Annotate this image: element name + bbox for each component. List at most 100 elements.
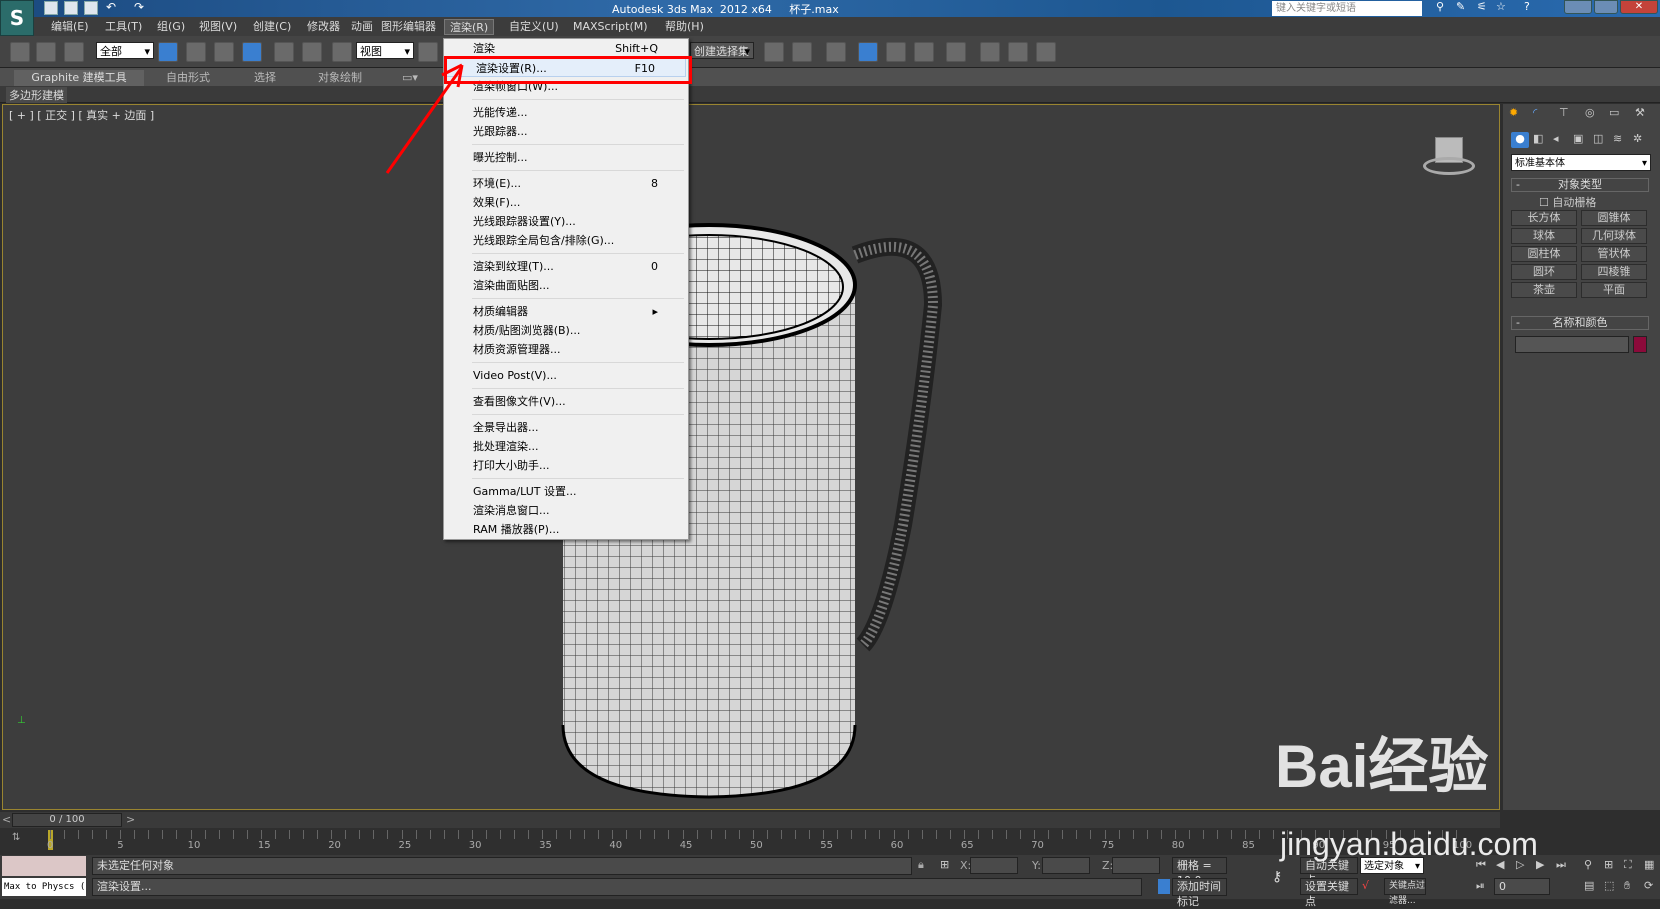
named-selection-dropdown[interactable]: 创建选择集 xyxy=(690,42,754,60)
save-file-icon[interactable] xyxy=(84,1,98,15)
add-time-tag[interactable]: 添加时间标记 xyxy=(1172,878,1227,908)
time-tag-icon[interactable] xyxy=(1158,879,1170,894)
time-slider-thumb[interactable]: 0 / 100 xyxy=(12,813,122,827)
zoom-icon[interactable]: ⚲ xyxy=(1584,858,1592,871)
redo-icon[interactable]: ↷ xyxy=(134,0,144,14)
render-production-icon[interactable] xyxy=(1036,42,1056,62)
zoom-region-icon[interactable]: ⬚ xyxy=(1604,879,1614,892)
modify-tab-icon[interactable]: ◜ xyxy=(1533,106,1537,119)
lights-icon[interactable]: ◂ xyxy=(1553,132,1559,145)
window-crossing-icon[interactable] xyxy=(242,42,262,62)
render-menu-item[interactable]: 渲染到纹理(T)... 0 xyxy=(444,257,688,276)
absolute-mode-icon[interactable]: ⊞ xyxy=(940,858,949,871)
menu-rendering[interactable]: 渲染(R) xyxy=(444,19,495,35)
satellite-icon[interactable]: ⚟ xyxy=(1477,0,1487,13)
render-menu-item[interactable]: 光能传递... xyxy=(444,103,688,122)
graphite-toggle-icon[interactable] xyxy=(858,42,878,62)
bind-space-warp-icon[interactable] xyxy=(64,42,84,62)
object-name-input[interactable] xyxy=(1515,336,1629,353)
z-coordinate-input[interactable] xyxy=(1112,857,1160,874)
render-menu-item[interactable]: 效果(F)... xyxy=(444,193,688,212)
pan-icon[interactable]: ✋︎ xyxy=(1624,879,1630,893)
help-icon[interactable]: ? xyxy=(1524,0,1530,13)
torus-button[interactable]: 圆环 xyxy=(1511,264,1577,280)
key-curve-icon[interactable]: √ xyxy=(1362,879,1369,892)
maxscript-listener[interactable]: Max to Physcs ( xyxy=(2,878,86,896)
binoculars-icon[interactable]: ⚲ xyxy=(1436,0,1444,13)
select-object-icon[interactable] xyxy=(158,42,178,62)
render-menu-item[interactable]: 打印大小助手... xyxy=(444,456,688,475)
zoom-all-icon[interactable]: ⊞ xyxy=(1604,858,1613,871)
render-menu-item[interactable]: RAM 播放器(P)... xyxy=(444,520,688,539)
helpers-icon[interactable]: ◫ xyxy=(1593,132,1603,145)
render-menu-item[interactable]: Gamma/LUT 设置... xyxy=(444,482,688,501)
next-frame-button[interactable]: > xyxy=(126,813,135,826)
render-menu-item[interactable]: 光线跟踪全局包含/排除(G)... xyxy=(444,231,688,250)
undo-icon[interactable]: ↶ xyxy=(106,0,116,14)
layer-manager-icon[interactable] xyxy=(826,42,846,62)
menu-create[interactable]: 创建(C) xyxy=(248,19,296,35)
lock-selection-icon[interactable]: 🔒︎ xyxy=(918,858,924,872)
menu-maxscript[interactable]: MAXScript(M) xyxy=(568,19,653,35)
name-color-rollout-header[interactable]: - 名称和颜色 xyxy=(1511,316,1649,330)
render-setup-icon[interactable] xyxy=(980,42,1000,62)
tube-button[interactable]: 管状体 xyxy=(1581,246,1647,262)
minimize-button[interactable] xyxy=(1564,0,1592,14)
shapes-icon[interactable]: ◧ xyxy=(1533,132,1543,145)
tab-graphite-modeling[interactable]: Graphite 建模工具 xyxy=(14,70,144,86)
mini-curve-editor-icon[interactable]: ⇅ xyxy=(12,832,20,843)
render-menu-item[interactable]: 光跟踪器... xyxy=(444,122,688,141)
sphere-button[interactable]: 球体 xyxy=(1511,228,1577,244)
tab-selection[interactable]: 选择 xyxy=(240,70,290,86)
menu-tools[interactable]: 工具(T) xyxy=(100,19,147,35)
close-button[interactable]: ✕ xyxy=(1620,0,1658,14)
material-editor-icon[interactable] xyxy=(946,42,966,62)
menu-edit[interactable]: 编辑(E) xyxy=(46,19,94,35)
goto-end-icon[interactable]: ⏭ xyxy=(1556,858,1566,872)
geosphere-button[interactable]: 几何球体 xyxy=(1581,228,1647,244)
rendered-frame-window-icon[interactable] xyxy=(1008,42,1028,62)
new-file-icon[interactable] xyxy=(44,1,58,15)
box-button[interactable]: 长方体 xyxy=(1511,210,1577,226)
systems-icon[interactable]: ✲ xyxy=(1633,132,1642,145)
move-icon[interactable] xyxy=(274,42,294,62)
selection-filter-dropdown[interactable]: 全部 xyxy=(96,42,154,60)
render-menu-item[interactable]: 光线跟踪器设置(Y)... xyxy=(444,212,688,231)
wrench-icon[interactable]: ✎ xyxy=(1456,0,1465,13)
render-menu-item[interactable]: 渲染曲面贴图... xyxy=(444,276,688,295)
cylinder-button[interactable]: 圆柱体 xyxy=(1511,246,1577,262)
orbit-icon[interactable]: ⟳ xyxy=(1644,879,1653,892)
zoom-extents-icon[interactable]: ⛶ xyxy=(1624,858,1632,872)
menu-help[interactable]: 帮助(H) xyxy=(660,19,709,35)
menu-customize[interactable]: 自定义(U) xyxy=(504,19,564,35)
rotate-icon[interactable] xyxy=(302,42,322,62)
time-slider[interactable]: < 0 / 100 > xyxy=(0,812,1500,828)
select-by-name-icon[interactable] xyxy=(186,42,206,62)
display-tab-icon[interactable]: ▭ xyxy=(1609,106,1619,119)
plane-button[interactable]: 平面 xyxy=(1581,282,1647,298)
align-icon[interactable] xyxy=(792,42,812,62)
object-color-swatch[interactable] xyxy=(1633,336,1647,353)
render-menu-item[interactable]: 材质资源管理器... xyxy=(444,340,688,359)
viewcube[interactable] xyxy=(1423,133,1475,179)
polygon-modeling-panel[interactable]: 多边形建模 xyxy=(6,87,67,103)
field-of-view-icon[interactable]: ▤ xyxy=(1584,879,1594,892)
mirror-icon[interactable] xyxy=(764,42,784,62)
space-warps-icon[interactable]: ≋ xyxy=(1613,132,1622,145)
viewport-perspective[interactable]: [ + ] [ 正交 ] [ 真实 + 边面 ] ⊥ xyxy=(2,104,1500,810)
autogrid-checkbox[interactable]: ☐ 自动栅格 xyxy=(1539,194,1596,210)
curve-editor-icon[interactable] xyxy=(886,42,906,62)
prev-frame-button[interactable]: < xyxy=(2,813,11,826)
rectangle-selection-icon[interactable] xyxy=(214,42,234,62)
object-type-rollout-header[interactable]: - 对象类型 xyxy=(1511,178,1649,192)
current-frame-input[interactable]: 0 xyxy=(1494,878,1550,895)
pyramid-button[interactable]: 四棱锥 xyxy=(1581,264,1647,280)
render-menu-item[interactable]: Video Post(V)... xyxy=(444,366,688,385)
render-menu-item[interactable]: 环境(E)... 8 xyxy=(444,174,688,193)
render-menu-item[interactable]: 曝光控制... xyxy=(444,148,688,167)
category-dropdown[interactable]: 标准基本体 xyxy=(1511,154,1651,172)
utilities-tab-icon[interactable]: ⚒ xyxy=(1635,106,1645,119)
menu-graph-editors[interactable]: 图形编辑器 xyxy=(376,19,441,35)
app-logo-button[interactable]: S xyxy=(0,0,34,36)
zoom-extents-all-icon[interactable]: ▦ xyxy=(1644,858,1654,871)
